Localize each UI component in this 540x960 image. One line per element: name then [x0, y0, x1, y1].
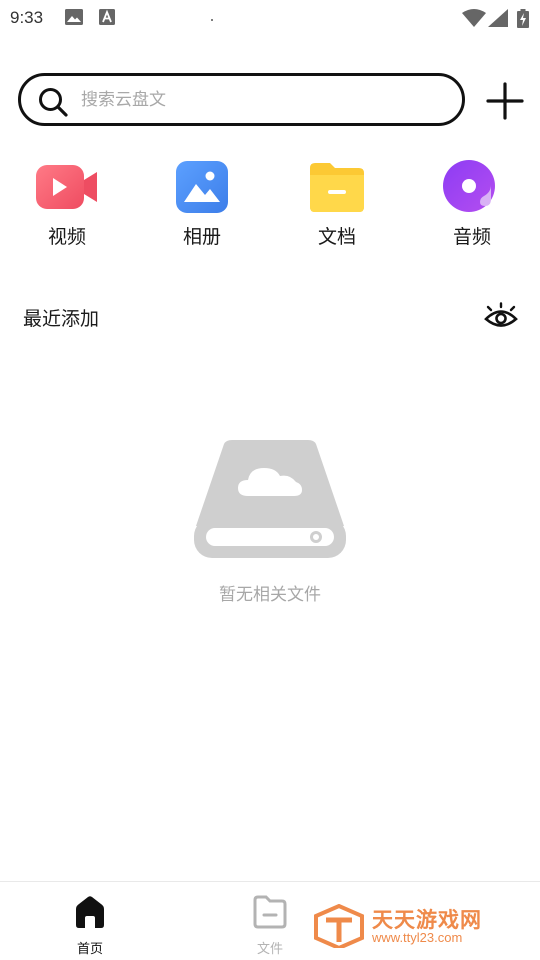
file-folder-icon: [253, 895, 287, 929]
battery-charging-icon: [517, 9, 529, 28]
add-icon[interactable]: [484, 80, 526, 122]
video-icon: [36, 165, 97, 209]
nav-item-files[interactable]: 文件: [220, 890, 320, 957]
nav-label-files: 文件: [256, 942, 283, 957]
watermark: 天天游戏网 www.ttyl23.com: [312, 900, 512, 952]
audio-disc-icon: [443, 160, 495, 212]
eye-icon[interactable]: [483, 302, 519, 332]
search-icon: [39, 88, 68, 117]
category-label: 视频: [47, 226, 86, 248]
empty-state-text: 暂无相关文件: [219, 585, 321, 605]
wifi-icon: [462, 9, 486, 27]
category-video[interactable]: 视频: [17, 158, 117, 250]
nav-item-home[interactable]: 首页: [40, 890, 140, 957]
image-icon: [65, 9, 83, 25]
category-audio[interactable]: 音频: [422, 158, 522, 250]
watermark-logo-icon: [314, 904, 364, 948]
recent-section-title: 最近添加: [23, 308, 100, 330]
cellular-signal-icon: [488, 9, 508, 27]
category-album[interactable]: 相册: [152, 158, 252, 250]
album-icon: [176, 161, 228, 213]
document-folder-icon: [310, 163, 364, 212]
category-label: 文档: [317, 226, 356, 248]
category-document[interactable]: 文档: [287, 158, 387, 250]
cloud-drive-icon: [194, 440, 346, 558]
status-time: 9:33: [10, 8, 44, 27]
status-bar: 9:33: [0, 0, 540, 36]
category-label: 相册: [182, 226, 221, 248]
watermark-url: www.ttyl23.com: [372, 930, 463, 945]
search-input[interactable]: [81, 85, 441, 115]
text-a-icon: [99, 9, 115, 25]
nav-label-home: 首页: [76, 942, 103, 957]
search-bar[interactable]: [18, 73, 465, 126]
home-icon: [76, 896, 104, 928]
category-label: 音频: [452, 226, 491, 248]
status-dot: [211, 19, 213, 21]
